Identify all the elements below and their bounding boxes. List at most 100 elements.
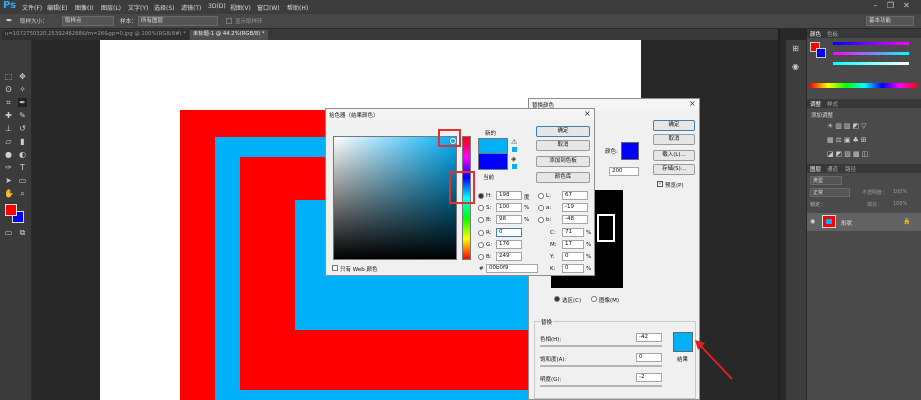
path-select-icon[interactable]: ➤ [4, 176, 13, 185]
y-input[interactable]: 0 [562, 252, 584, 261]
screen-mode-icon[interactable]: ⧉ [18, 228, 27, 237]
bv-input[interactable]: 98 [496, 215, 522, 224]
marquee-tool-icon[interactable]: ⬚ [4, 72, 13, 81]
tab-color[interactable]: 颜色 [810, 30, 821, 38]
add-to-swatches-button[interactable]: 添加到色板 [536, 156, 590, 167]
hue-slider[interactable] [540, 345, 662, 347]
lightness-slider[interactable] [540, 385, 662, 387]
l-radio[interactable] [538, 193, 544, 199]
tab-channels[interactable]: 通道 [827, 165, 838, 173]
a-input[interactable]: -19 [562, 203, 588, 212]
l-input[interactable]: 67 [562, 191, 588, 200]
tab-adjustments[interactable]: 调整 [810, 100, 821, 108]
picker-cancel-button[interactable]: 取消 [536, 140, 590, 151]
eyedropper-icon[interactable]: ✒ [6, 16, 13, 25]
history-panel-icon[interactable]: ⊞ [791, 44, 800, 53]
tab-image-jpg[interactable]: u=1072750320,2539248288&fm=26&gp=0.jpg @… [2, 30, 190, 40]
menu-window[interactable]: 窗口(W) [257, 3, 280, 12]
adjustment-icons-row-1[interactable]: ☀▥▨◩▽ [827, 122, 869, 130]
menu-filter[interactable]: 滤镜(T) [181, 3, 201, 12]
menu-layer[interactable]: 图层(L) [101, 3, 121, 12]
gamut-warning-icon[interactable]: ⚠ [511, 138, 517, 146]
crop-tool-icon[interactable]: ⌗ [4, 98, 13, 107]
stamp-tool-icon[interactable]: ⊥ [4, 124, 13, 133]
menu-view[interactable]: 视图(V) [230, 3, 251, 12]
dodge-tool-icon[interactable]: ◐ [18, 150, 27, 159]
k-input[interactable]: 0 [562, 264, 584, 273]
picker-ok-button[interactable]: 确定 [536, 126, 590, 137]
sample-select[interactable]: 所有图层 [138, 16, 218, 26]
eyedropper-tool-icon[interactable]: ✒ [18, 98, 27, 107]
tab-styles[interactable]: 样式 [827, 100, 838, 108]
close-icon[interactable]: ✕ [901, 1, 912, 11]
hand-tool-icon[interactable]: ✋ [4, 189, 14, 198]
fuzziness-input[interactable]: 200 [609, 167, 639, 176]
image-radio[interactable] [591, 296, 597, 302]
gradient-tool-icon[interactable]: ▮ [18, 137, 27, 146]
replace-load-button[interactable]: 载入(L)... [653, 150, 695, 161]
r-radio[interactable] [478, 230, 484, 236]
layer-name[interactable]: 形状 [841, 219, 852, 227]
shape-tool-icon[interactable]: ▭ [18, 176, 27, 185]
replace-save-button[interactable]: 存储(S)... [653, 164, 695, 175]
fill-value[interactable]: 100% [893, 201, 907, 207]
replace-target-swatch[interactable] [621, 142, 639, 160]
h-radio[interactable] [478, 193, 484, 199]
lasso-tool-icon[interactable]: ʘ [4, 85, 13, 94]
opacity-value[interactable]: 100% [893, 189, 907, 195]
current-color-swatch[interactable] [478, 154, 508, 170]
move-tool-icon[interactable]: ✥ [18, 72, 27, 81]
tab-untitled[interactable]: 未标题-1 @ 44.2%(RGB/8) * [190, 30, 268, 40]
layer-row-shape[interactable]: ◉ 形状 🔒 [807, 213, 921, 231]
pen-tool-icon[interactable]: ✑ [4, 163, 13, 172]
g-radio[interactable] [478, 242, 484, 248]
quick-mask-icon[interactable]: ▭ [4, 228, 13, 237]
menu-image[interactable]: 图像(I) [75, 3, 93, 12]
g-input[interactable]: 176 [496, 240, 522, 249]
saturation-slider[interactable] [540, 365, 662, 367]
menu-select[interactable]: 选择(S) [154, 3, 175, 12]
minimize-icon[interactable]: – [870, 1, 881, 11]
s-input[interactable]: 100 [496, 203, 522, 212]
menu-type[interactable]: 文字(Y) [128, 3, 148, 12]
restore-icon[interactable]: ❐ [885, 1, 896, 11]
properties-panel-icon[interactable]: ◉ [791, 62, 800, 71]
menu-3d[interactable]: 3D(D) [208, 3, 226, 10]
adjustment-icons-row-3[interactable]: ◪◩▧▩◫ [827, 150, 870, 158]
saturation-input[interactable]: 0 [636, 353, 662, 362]
healing-tool-icon[interactable]: ✚ [4, 111, 13, 120]
replace-cancel-button[interactable]: 取消 [653, 134, 695, 145]
blur-tool-icon[interactable]: ● [4, 150, 13, 159]
m-input[interactable]: 17 [562, 240, 584, 249]
foreground-color-swatch[interactable] [5, 204, 17, 216]
b-radio[interactable] [478, 254, 484, 260]
tab-paths[interactable]: 路径 [845, 165, 856, 173]
color-libraries-button[interactable]: 颜色库 [536, 172, 590, 183]
magic-wand-icon[interactable]: ✧ [18, 85, 27, 94]
replace-close-icon[interactable]: × [689, 99, 696, 108]
web-safe-icon[interactable]: ◈ [511, 155, 516, 163]
blue-slider[interactable] [833, 62, 909, 65]
bv-radio[interactable] [478, 217, 484, 223]
zoom-tool-icon[interactable]: ⌕ [18, 189, 27, 198]
c-input[interactable]: 71 [562, 228, 584, 237]
lightness-input[interactable]: -2 [636, 373, 662, 382]
sample-size-select[interactable]: 取样点 [62, 16, 114, 26]
history-brush-icon[interactable]: ↺ [18, 124, 27, 133]
eraser-tool-icon[interactable]: ▱ [4, 137, 13, 146]
color-spectrum-bar[interactable] [810, 83, 918, 88]
hex-input[interactable]: 00b0f9 [486, 264, 538, 273]
a-radio[interactable] [538, 205, 544, 211]
hue-input[interactable]: -42 [636, 333, 662, 342]
b-input[interactable]: 249 [496, 252, 522, 261]
show-ring-checkbox[interactable] [226, 18, 232, 24]
color-panel-bg-swatch[interactable] [816, 48, 826, 58]
menu-help[interactable]: 帮助(H) [287, 3, 308, 12]
web-only-checkbox[interactable] [332, 265, 338, 271]
red-slider[interactable] [833, 42, 909, 45]
h-input[interactable]: 198 [496, 191, 522, 200]
brush-tool-icon[interactable]: ✎ [18, 111, 27, 120]
r-input[interactable]: 0 [496, 228, 522, 237]
adjustment-icons-row-2[interactable]: ▦⚖▣♣⊞ [827, 136, 869, 144]
s-radio[interactable] [478, 205, 484, 211]
